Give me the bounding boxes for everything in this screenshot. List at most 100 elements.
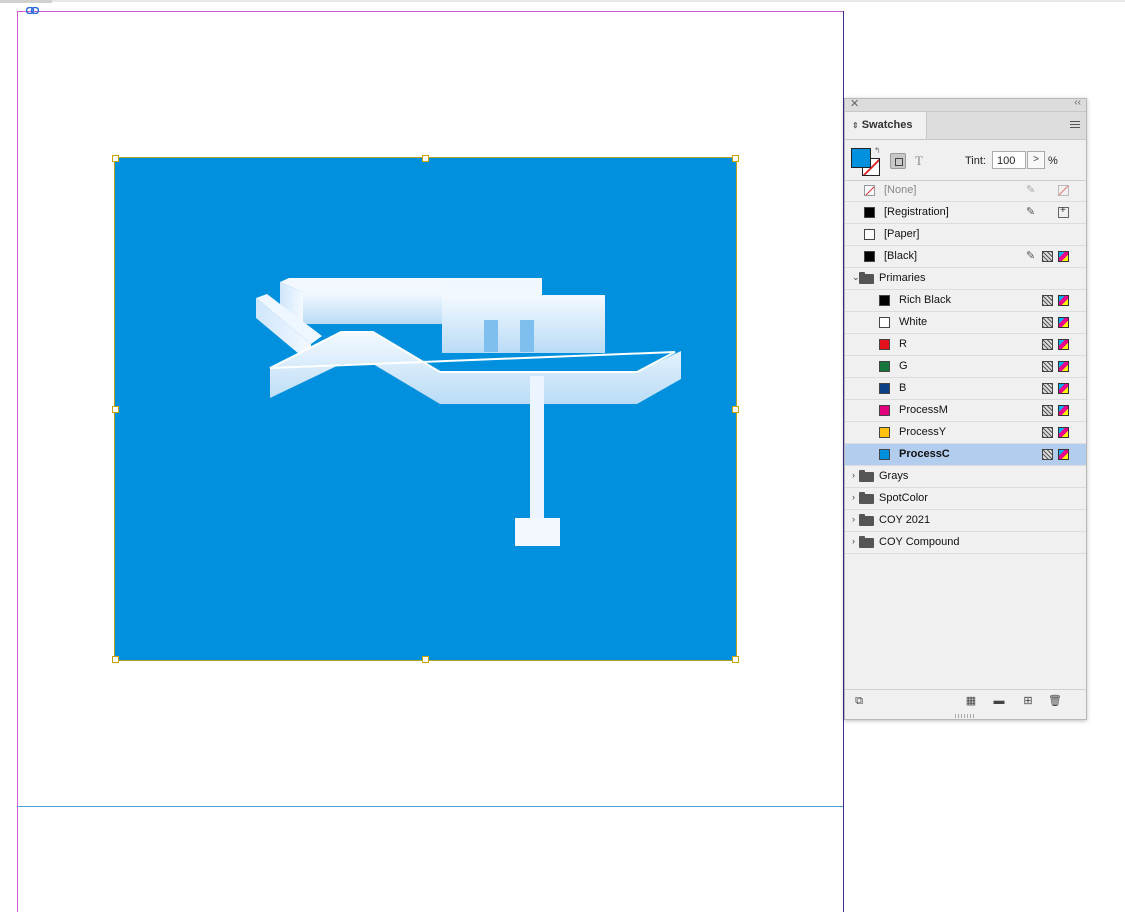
- new-swatch-icon[interactable]: ⊞: [1021, 694, 1035, 708]
- process-color-icon: [1042, 251, 1053, 262]
- tab-swatches-label: Swatches: [861, 119, 913, 131]
- panel-titlebar[interactable]: ✕ ‹‹: [845, 97, 1086, 112]
- swatch-label: White: [899, 316, 928, 328]
- cmyk-mode-icon: [1058, 361, 1069, 372]
- swatch-label: [Paper]: [884, 228, 920, 240]
- cmyk-mode-icon: [1058, 251, 1069, 262]
- group-label: Grays: [879, 470, 909, 482]
- cmyk-mode-icon: [1058, 449, 1069, 460]
- swatch-label: [None]: [884, 184, 917, 196]
- swatch-chip: [879, 383, 890, 394]
- page-margin-left: [17, 11, 18, 912]
- handle-bottom-center[interactable]: [422, 656, 429, 663]
- chevron-right-icon[interactable]: ›: [852, 536, 855, 546]
- handle-bottom-left[interactable]: [112, 656, 119, 663]
- swatch-row-black[interactable]: [Black] ✎: [845, 246, 1086, 268]
- tint-stepper[interactable]: >: [1027, 151, 1045, 169]
- swatch-row-rich-black[interactable]: Rich Black: [845, 290, 1086, 312]
- process-color-icon: [1042, 427, 1053, 438]
- resize-grip[interactable]: [955, 714, 975, 718]
- folder-icon: [859, 492, 874, 504]
- swatch-row-r[interactable]: R: [845, 334, 1086, 356]
- swatch-row-process-c[interactable]: ProcessC: [845, 444, 1086, 466]
- swatch-row-white[interactable]: White: [845, 312, 1086, 334]
- swatch-group-spotcolor[interactable]: › SpotColor: [845, 488, 1086, 510]
- chevron-right-icon[interactable]: ›: [852, 492, 855, 502]
- swatch-group-coy-2021[interactable]: › COY 2021: [845, 510, 1086, 532]
- image-frame[interactable]: [112, 155, 739, 663]
- swatch-label: ProcessM: [899, 404, 948, 416]
- handle-top-center[interactable]: [422, 155, 429, 162]
- swatch-chip: [864, 207, 875, 218]
- swatch-label: ProcessC: [899, 448, 950, 460]
- swatch-row-process-m[interactable]: ProcessM: [845, 400, 1086, 422]
- swatch-chip: [879, 361, 890, 372]
- process-color-icon: [1042, 317, 1053, 328]
- swatch-group-grays[interactable]: › Grays: [845, 466, 1086, 488]
- folder-icon: [859, 470, 874, 482]
- tint-unit: %: [1048, 155, 1058, 167]
- process-color-icon: [1042, 405, 1053, 416]
- chevron-right-icon[interactable]: ›: [852, 514, 855, 524]
- handle-bottom-right[interactable]: [732, 656, 739, 663]
- swatch-label: Rich Black: [899, 294, 951, 306]
- new-color-group-icon[interactable]: ▬: [992, 694, 1006, 708]
- swatch-label: [Black]: [884, 250, 918, 262]
- panel-menu-icon[interactable]: [1070, 121, 1080, 129]
- formatting-affects-container-button[interactable]: [890, 153, 906, 169]
- swatch-row-g[interactable]: G: [845, 356, 1086, 378]
- swatch-row-paper[interactable]: [Paper]: [845, 224, 1086, 246]
- swatch-list: [None] ✎ [Registration] ✎ [Paper] [Black…: [845, 180, 1086, 554]
- swatches-panel: ✕ ‹‹ ⇕ Swatches ↰ T Tint: 100 > % [None] …: [844, 97, 1087, 720]
- none-swatch-chip: [864, 185, 875, 196]
- group-label: COY Compound: [879, 536, 960, 548]
- swatch-row-process-y[interactable]: ProcessY: [845, 422, 1086, 444]
- group-label: Primaries: [879, 272, 926, 284]
- process-color-icon: [1042, 383, 1053, 394]
- swatch-row-registration[interactable]: [Registration] ✎: [845, 202, 1086, 224]
- cmyk-mode-icon: [1058, 317, 1069, 328]
- page-margin-top: [17, 11, 843, 12]
- link-icon[interactable]: [26, 7, 39, 14]
- handle-middle-left[interactable]: [112, 406, 119, 413]
- handle-top-right[interactable]: [732, 155, 739, 162]
- non-editable-icon: ✎: [1026, 250, 1036, 262]
- swatch-chip: [879, 405, 890, 416]
- swap-fill-stroke-icon[interactable]: ↰: [874, 146, 881, 155]
- folder-icon: [859, 514, 874, 526]
- panel-footer: ⧉ ▦ ▬ ⊞ 🗑: [845, 689, 1086, 712]
- tint-input[interactable]: 100: [992, 151, 1026, 169]
- non-editable-icon: ✎: [1026, 206, 1036, 218]
- swatch-row-none[interactable]: [None] ✎: [845, 180, 1086, 202]
- swatch-group-coy-compound[interactable]: › COY Compound: [845, 532, 1086, 554]
- group-label: COY 2021: [879, 514, 931, 526]
- handle-top-left[interactable]: [112, 155, 119, 162]
- group-label: SpotColor: [879, 492, 928, 504]
- swatch-chip: [864, 229, 875, 240]
- horizontal-guide[interactable]: [17, 806, 843, 807]
- collapse-icon[interactable]: ‹‹: [1074, 97, 1081, 108]
- swatch-row-b[interactable]: B: [845, 378, 1086, 400]
- swatch-chip: [879, 449, 890, 460]
- formatting-affects-text-button[interactable]: T: [915, 153, 923, 169]
- show-swatch-views-icon[interactable]: ▦: [964, 694, 978, 708]
- process-color-icon: [1042, 339, 1053, 350]
- swatch-chip: [879, 339, 890, 350]
- swatch-label: [Registration]: [884, 206, 949, 218]
- swatch-chip: [879, 317, 890, 328]
- fill-swatch[interactable]: [851, 148, 871, 168]
- swatch-group-primaries[interactable]: ⌄ Primaries: [845, 268, 1086, 290]
- none-type-icon: [1058, 185, 1069, 196]
- handle-middle-right[interactable]: [732, 406, 739, 413]
- tab-swatches[interactable]: ⇕ Swatches: [845, 112, 927, 139]
- folder-icon: [859, 272, 874, 284]
- swatch-label: G: [899, 360, 908, 372]
- process-color-icon: [1042, 295, 1053, 306]
- swatch-label: R: [899, 338, 907, 350]
- delete-swatch-icon[interactable]: 🗑: [1048, 694, 1062, 708]
- folder-icon: [859, 536, 874, 548]
- swatch-chip: [864, 251, 875, 262]
- load-swatches-icon[interactable]: ⧉: [852, 694, 866, 708]
- chevron-right-icon[interactable]: ›: [852, 470, 855, 480]
- close-icon[interactable]: ✕: [850, 97, 859, 110]
